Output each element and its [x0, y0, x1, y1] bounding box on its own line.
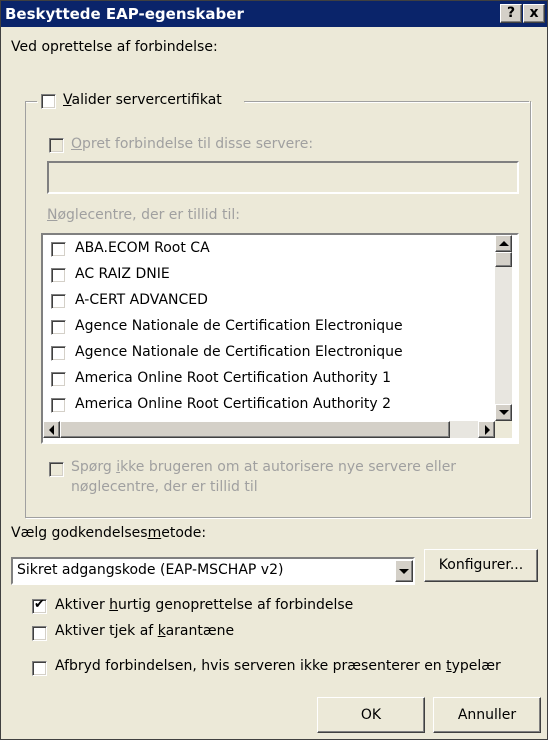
group-top-left-line: [25, 101, 37, 102]
dialog-window: Beskyttede EAP-egenskaber ? x Ved oprett…: [0, 0, 548, 740]
vertical-scrollbar[interactable]: [495, 235, 512, 421]
group-top-right-line: [244, 101, 529, 102]
cancel-button[interactable]: Annuller: [433, 697, 541, 733]
quarantine-label[interactable]: Aktiver tjek af karantæne: [55, 623, 234, 639]
quarantine-checkbox[interactable]: [32, 626, 47, 641]
auth-method-label: Vælg godkendelsesmetode:: [11, 525, 207, 541]
right-arrow-icon: [485, 425, 490, 435]
horizontal-scroll-thumb[interactable]: [60, 421, 450, 438]
help-button[interactable]: ?: [500, 4, 522, 23]
ca-checkbox[interactable]: [51, 294, 66, 309]
checkmark-icon: ✔: [34, 597, 45, 612]
ca-checkbox[interactable]: [51, 320, 66, 335]
prompt-user-label-line2: nøglecentre, der er tillid til: [71, 479, 258, 495]
trusted-ca-label: Nøglecentre, der er tillid til:: [47, 207, 240, 223]
ca-checkbox[interactable]: [51, 398, 66, 413]
down-arrow-icon: [499, 410, 509, 415]
scroll-right-button[interactable]: [478, 421, 495, 438]
validate-cert-label[interactable]: Valider servercertifikat: [63, 92, 222, 108]
disconnect-checkbox[interactable]: [32, 661, 47, 676]
servers-input[interactable]: [47, 161, 519, 194]
ca-label: ABA.ECOM Root CA: [75, 240, 210, 256]
up-arrow-icon: [499, 241, 509, 246]
auth-method-value: Sikret adgangskode (EAP-MSCHAP v2): [17, 562, 284, 578]
close-button[interactable]: x: [523, 4, 545, 23]
window-title: Beskyttede EAP-egenskaber: [5, 5, 244, 23]
prompt-user-label-line1: Spørg ikke brugeren om at autorisere nye…: [71, 459, 457, 475]
connect-label: Ved oprettelse af forbindelse:: [11, 39, 218, 55]
ca-checkbox[interactable]: [51, 346, 66, 361]
scroll-left-button[interactable]: [43, 421, 60, 438]
ca-checkbox[interactable]: [51, 242, 66, 257]
ca-checkbox[interactable]: [51, 268, 66, 283]
connect-servers-label: Opret forbindelse til disse servere:: [71, 136, 314, 152]
connect-servers-checkbox[interactable]: [49, 138, 64, 153]
ca-label: A-CERT ADVANCED: [75, 292, 208, 308]
prompt-user-checkbox[interactable]: [49, 462, 64, 477]
validate-cert-checkbox[interactable]: [41, 94, 56, 109]
fast-reconnect-checkbox[interactable]: ✔: [32, 597, 47, 614]
title-bar[interactable]: Beskyttede EAP-egenskaber ? x: [1, 1, 547, 27]
dropdown-button[interactable]: [395, 560, 413, 582]
ca-label: Agence Nationale de Certification Electr…: [75, 318, 403, 334]
fast-reconnect-label[interactable]: Aktiver hurtig genoprettelse af forbinde…: [55, 597, 353, 613]
disconnect-label[interactable]: Afbryd forbindelsen, hvis serveren ikke …: [55, 658, 501, 674]
ca-checkbox[interactable]: [51, 372, 66, 387]
horizontal-scrollbar[interactable]: [43, 421, 495, 438]
ca-label: AC RAIZ DNIE: [75, 266, 170, 282]
scroll-thumb[interactable]: [495, 252, 512, 267]
ca-label: America Online Root Certification Author…: [75, 396, 392, 412]
scrollbar-corner: [495, 421, 512, 438]
auth-method-select[interactable]: Sikret adgangskode (EAP-MSCHAP v2): [11, 557, 415, 585]
scroll-down-button[interactable]: [495, 404, 512, 421]
scroll-up-button[interactable]: [495, 235, 512, 252]
chevron-down-icon: [399, 569, 409, 574]
left-arrow-icon: [49, 425, 54, 435]
ca-label: Agence Nationale de Certification Electr…: [75, 344, 403, 360]
ca-label: America Online Root Certification Author…: [75, 370, 392, 386]
trusted-ca-list[interactable]: ABA.ECOM Root CA AC RAIZ DNIE A-CERT ADVAN…: [41, 233, 519, 444]
configure-button[interactable]: Konfigurer...: [424, 549, 538, 582]
ok-button[interactable]: OK: [317, 697, 425, 733]
